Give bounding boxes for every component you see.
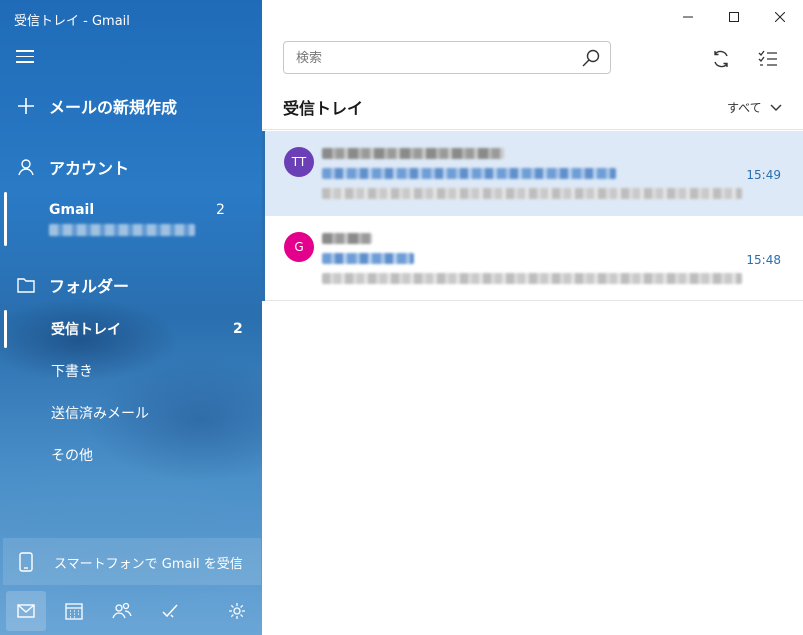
person-icon [16,157,36,177]
filter-label: すべて [727,101,762,115]
minimize-icon [683,16,693,18]
settings-button[interactable] [217,591,257,631]
folders-header[interactable]: フォルダー [0,272,262,298]
folder-item-inbox[interactable]: 受信トレイ 2 [0,314,262,344]
switch-to-mail-button[interactable] [6,591,46,631]
checkmark-icon [162,604,178,618]
checklist-icon [758,50,777,66]
account-name: Gmail [49,202,95,218]
folder-item-more[interactable]: その他 [0,440,262,470]
sidebar: 受信トレイ - Gmail メールの新規作成 アカウント Gmail 2 フォル… [0,0,262,635]
get-mobile-app-label: スマートフォンで Gmail を受信 [54,557,243,572]
folders-header-label: フォルダー [49,277,130,296]
folder-label: その他 [51,448,93,464]
search-box [283,41,611,74]
chevron-down-icon [770,104,782,111]
switch-to-people-button[interactable] [102,591,142,631]
message-item[interactable]: TT 15:49 [262,131,803,216]
preview-redacted [322,273,742,284]
folder-label: 受信トレイ [51,322,121,338]
mail-icon [17,604,35,618]
account-item-gmail[interactable]: Gmail 2 [0,198,262,246]
list-divider [262,129,803,130]
sender-redacted [322,233,372,244]
subject-redacted [322,253,414,264]
sender-redacted [322,148,504,159]
account-email-redacted [49,224,195,236]
sender-avatar: G [284,232,314,262]
new-mail-button[interactable]: メールの新規作成 [0,93,262,119]
app-switcher-bar [0,588,262,635]
switch-to-calendar-button[interactable] [54,591,94,631]
accounts-header-label: アカウント [49,159,130,178]
hamburger-menu-icon[interactable] [16,50,34,64]
folder-unread-count: 2 [233,321,243,337]
filter-dropdown[interactable]: すべて [727,99,782,116]
folder-label: 下書き [51,364,93,380]
unread-indicator [262,216,265,301]
folder-icon [16,275,36,295]
folder-item-drafts[interactable]: 下書き [0,356,262,386]
sync-button[interactable] [706,44,736,74]
message-item[interactable]: G 15:48 [262,216,803,301]
unread-indicator [262,131,265,216]
message-time: 15:48 [746,253,781,267]
plus-icon [16,96,36,116]
preview-redacted [322,188,742,199]
folder-label: 送信済みメール [51,406,149,422]
selection-mode-button[interactable] [753,44,783,74]
accounts-header[interactable]: アカウント [0,154,262,180]
people-icon [112,602,132,619]
message-list-pane: 受信トレイ すべて TT 15:49 G 15:48 [262,0,803,635]
search-input[interactable] [296,49,566,67]
calendar-icon [65,603,83,620]
maximize-button[interactable] [711,0,757,34]
folder-item-sent[interactable]: 送信済みメール [0,398,262,428]
sender-avatar: TT [284,147,314,177]
account-unread-count: 2 [216,202,225,218]
sync-icon [714,50,728,68]
minimize-button[interactable] [665,0,711,34]
get-mobile-app-button[interactable]: スマートフォンで Gmail を受信 [3,538,261,585]
message-time: 15:49 [746,168,781,182]
phone-icon [19,552,33,576]
gear-icon [229,603,245,619]
window-title: 受信トレイ - Gmail [14,14,130,29]
switch-to-todo-button[interactable] [150,591,190,631]
maximize-icon [729,12,739,22]
new-mail-label: メールの新規作成 [49,98,178,117]
list-title: 受信トレイ [283,99,364,118]
subject-redacted [322,168,616,179]
close-button[interactable] [757,0,803,34]
close-icon [775,12,785,22]
search-icon[interactable] [582,49,600,67]
